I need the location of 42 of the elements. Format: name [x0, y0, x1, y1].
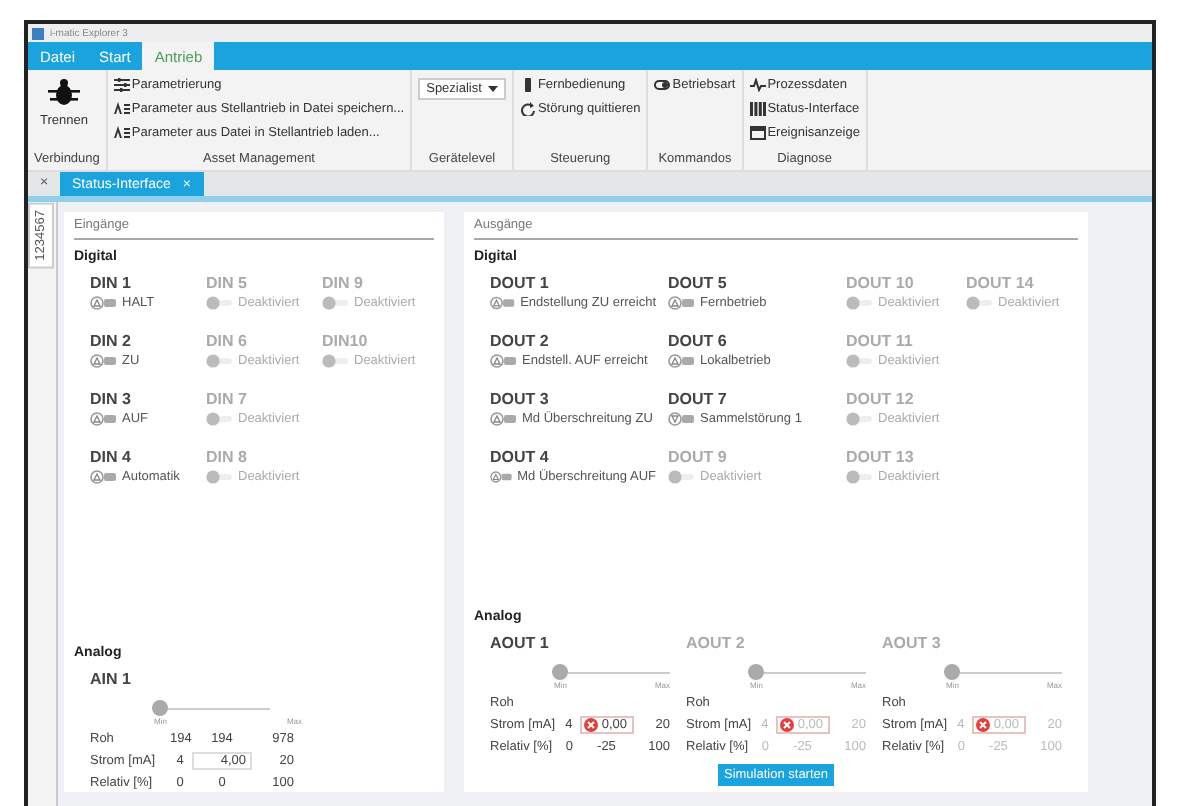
channel-name: DOUT 11	[846, 332, 915, 350]
channel-name: DOUT 5	[668, 274, 729, 292]
channel-name: AIN 1	[90, 670, 133, 688]
channel-name: AOUT 1	[490, 634, 551, 652]
channel-name: DIN 5	[206, 274, 249, 292]
channel-name: DIN 3	[90, 390, 133, 408]
channel-name: DIN 1	[90, 274, 133, 292]
calendar-icon	[749, 126, 766, 140]
bars-icon	[749, 102, 766, 116]
error-icon	[779, 717, 794, 731]
channel-name: DIN 7	[206, 390, 249, 408]
channel-name: DOUT 3	[490, 390, 551, 408]
channel-name: DIN 6	[206, 332, 249, 350]
channel-name: DIN 2	[90, 332, 133, 350]
bug-icon	[47, 78, 80, 106]
sliders-icon	[113, 78, 130, 92]
channel-name: DOUT 6	[668, 332, 729, 350]
channel-name: DOUT 1	[490, 274, 551, 292]
channel-name: DOUT 10	[846, 274, 916, 292]
channel-name: DOUT 13	[846, 448, 916, 466]
channel-name: AOUT 3	[882, 634, 943, 652]
channel-name: AOUT 2	[686, 634, 747, 652]
channel-name: DOUT 9	[668, 448, 729, 466]
transfer-icon	[113, 126, 130, 140]
remote-icon	[519, 78, 536, 92]
error-icon	[583, 717, 598, 731]
channel-name: DOUT 4	[490, 448, 551, 466]
channel-name: DIN 8	[206, 448, 249, 466]
channel-name: DIN10	[322, 332, 370, 350]
channel-name: DIN 4	[90, 448, 133, 466]
channel-name: DOUT 7	[668, 390, 729, 408]
channel-name: DOUT 2	[490, 332, 551, 350]
channel-name: DOUT 14	[966, 274, 1036, 292]
pulse-icon	[749, 78, 766, 92]
error-icon	[975, 717, 990, 731]
channel-name: DIN 9	[322, 274, 365, 292]
caret-icon	[487, 86, 498, 92]
channel-name: DOUT 12	[846, 390, 916, 408]
app-icon	[32, 27, 44, 39]
transfer-icon	[113, 102, 130, 116]
reset-icon	[519, 102, 536, 116]
toggle-icon	[654, 78, 671, 92]
